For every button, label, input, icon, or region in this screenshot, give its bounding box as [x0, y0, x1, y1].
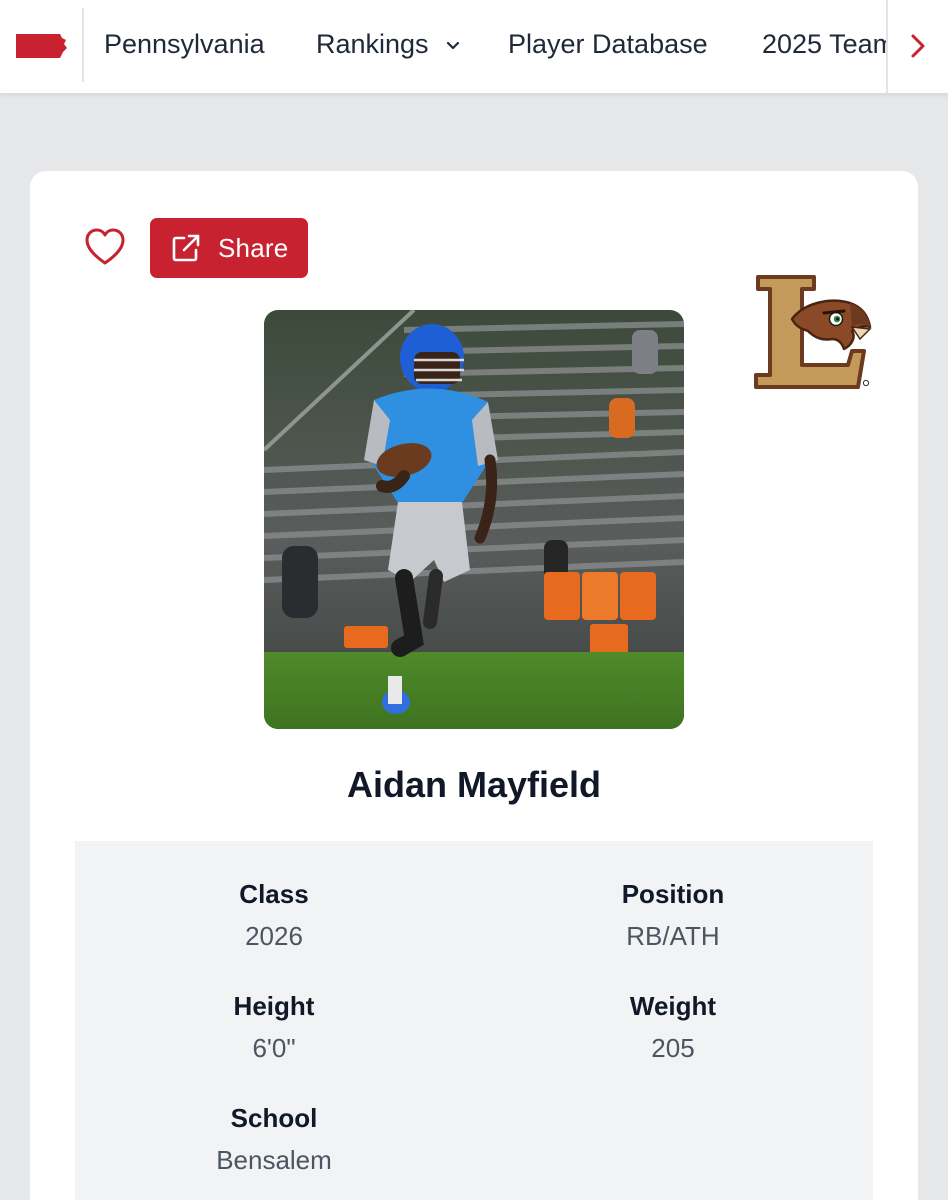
- nav-scroll-right-button[interactable]: [900, 26, 936, 66]
- nav-divider: [886, 0, 888, 93]
- nav-item-rankings[interactable]: Rankings: [316, 26, 460, 62]
- heart-outline-icon: [85, 228, 125, 265]
- share-button[interactable]: Share: [150, 218, 308, 278]
- detail-label: Weight: [629, 991, 717, 1021]
- nav-item-2025-team[interactable]: 2025 Team: [762, 26, 886, 62]
- nav-item-pennsylvania[interactable]: Pennsylvania: [104, 26, 265, 62]
- player-name: Aidan Mayfield: [346, 764, 602, 805]
- nav-item-label: Pennsylvania: [104, 29, 265, 59]
- detail-school: School Bensalem: [124, 1102, 424, 1176]
- detail-value: 6'0": [252, 1033, 296, 1063]
- nav-item-label: 2025 Team: [762, 29, 886, 59]
- chevron-right-icon: [911, 34, 925, 58]
- detail-value: 205: [651, 1033, 695, 1063]
- lehigh-mountain-hawks-logo: [754, 275, 872, 389]
- detail-label: Height: [233, 991, 315, 1021]
- detail-class: Class 2026: [124, 878, 424, 952]
- chevron-down-icon: [446, 41, 460, 49]
- nav-item-label: Player Database: [508, 29, 708, 59]
- favorite-button[interactable]: [84, 227, 126, 267]
- top-navigation: Pennsylvania Rankings Player Database 20…: [0, 0, 948, 94]
- pennsylvania-state-icon[interactable]: [14, 30, 68, 62]
- external-link-icon: [172, 234, 200, 262]
- detail-value: Bensalem: [216, 1145, 332, 1175]
- detail-value: 2026: [245, 921, 303, 951]
- detail-label: School: [230, 1103, 318, 1133]
- nav-menu: Pennsylvania Rankings Player Database 20…: [84, 0, 886, 93]
- player-photo: [264, 310, 684, 729]
- nav-item-label: Rankings: [316, 29, 429, 59]
- detail-label: Class: [239, 879, 309, 909]
- player-card: Share Aidan Mayfield Class 2026 Position…: [30, 171, 918, 1200]
- share-button-label: Share: [218, 232, 289, 263]
- detail-height: Height 6'0": [124, 990, 424, 1064]
- detail-label: Position: [621, 879, 725, 909]
- nav-item-player-database[interactable]: Player Database: [508, 26, 708, 62]
- detail-position: Position RB/ATH: [523, 878, 823, 952]
- detail-value: RB/ATH: [626, 921, 720, 951]
- player-details-panel: Class 2026 Position RB/ATH Height 6'0" W…: [75, 841, 873, 1200]
- detail-weight: Weight 205: [523, 990, 823, 1064]
